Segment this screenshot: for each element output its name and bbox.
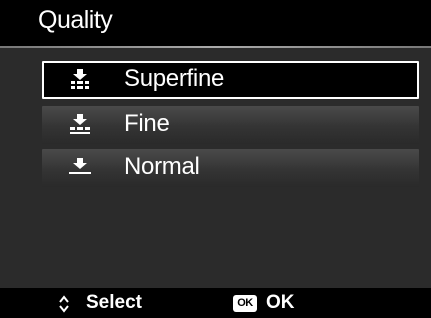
menu-item-fine[interactable]: Fine <box>42 106 419 144</box>
ok-hint-label: OK <box>266 292 295 313</box>
select-hint-label: Select <box>86 292 142 313</box>
menu-item-label: Superfine <box>124 65 225 92</box>
menu-item-label: Normal <box>124 153 200 180</box>
ok-button-icon: OK <box>233 295 257 312</box>
menu-item-normal[interactable]: Normal <box>42 149 419 187</box>
footer-bar: Select OK OK <box>0 288 431 318</box>
menu-item-label: Fine <box>124 110 170 137</box>
camera-menu-screen: Quality Superfine Fine Normal Select OK … <box>0 0 431 318</box>
page-title: Quality <box>38 6 113 34</box>
menu-item-superfine[interactable]: Superfine <box>42 61 419 99</box>
title-bar: Quality <box>0 0 431 46</box>
menu-panel: Superfine Fine Normal <box>0 48 431 288</box>
up-down-arrows-icon <box>59 295 69 313</box>
quality-fine-icon <box>70 114 90 134</box>
quality-superfine-icon <box>71 69 89 89</box>
quality-normal-icon <box>69 158 91 174</box>
